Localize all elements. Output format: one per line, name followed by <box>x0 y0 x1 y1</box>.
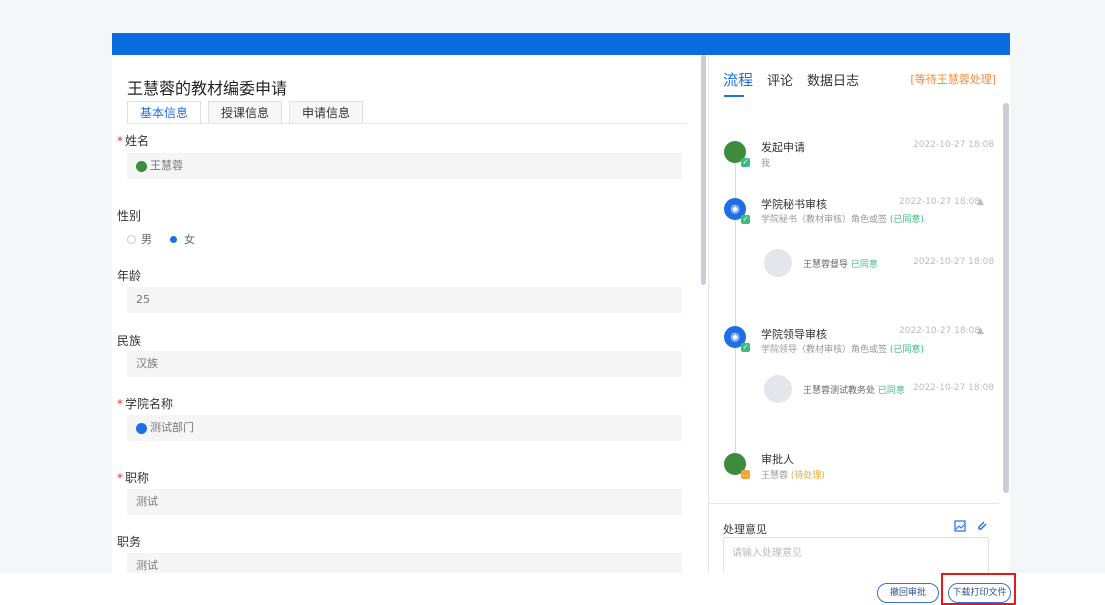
node-sub: 我 <box>761 159 771 169</box>
college-field[interactable]: 测试部门 <box>127 415 682 441</box>
form-tabs: 基本信息 授课信息 申请信息 <box>127 101 370 123</box>
ethnicity-label: 民族 <box>117 334 142 348</box>
pending-icon: … <box>741 470 750 479</box>
tab-flow[interactable]: 流程 <box>723 69 753 90</box>
tab-application-info[interactable]: 申请信息 <box>289 101 364 123</box>
caret-up-icon[interactable]: ▲ <box>977 326 984 336</box>
tab-comments[interactable]: 评论 <box>767 70 793 89</box>
title-rank-field[interactable]: 测试 <box>127 489 682 515</box>
opinion-input[interactable]: 请输入处理意见 <box>723 537 989 573</box>
approver-avatar <box>764 375 792 403</box>
age-label: 年龄 <box>117 269 142 283</box>
highlight-box <box>941 573 1016 605</box>
approver-time: 2022-10-27 18:08 <box>913 257 995 267</box>
title-rank-label: * 职称 <box>117 471 150 485</box>
workflow-panel: 流程 评论 数据日志 [等待王慧蓉处理] ✓ 发起申请 我 2022-10-27… <box>709 55 1010 573</box>
tab-basic-info[interactable]: 基本信息 <box>127 101 202 123</box>
opinion-label: 处理意见 <box>723 523 767 536</box>
user-icon <box>136 160 147 172</box>
check-icon: ✓ <box>741 343 750 352</box>
image-icon[interactable] <box>954 520 966 532</box>
radio-male[interactable] <box>127 234 136 244</box>
position-field[interactable]: 测试 <box>127 553 682 573</box>
node-time: 2022-10-27 18:08 <box>899 197 981 207</box>
user-icon: ◉ <box>730 202 740 215</box>
opinion-divider <box>709 503 999 504</box>
ethnicity-field[interactable]: 汉族 <box>127 351 682 377</box>
active-tab-indicator <box>724 95 744 97</box>
workflow-tabs: 流程 评论 数据日志 <box>723 69 859 90</box>
form-panel: 王慧蓉的教材编委申请 基本信息 授课信息 申请信息 * 姓名 王慧蓉 性别 男 女… <box>112 55 706 573</box>
check-icon: ✓ <box>741 158 750 167</box>
name-field[interactable]: 王慧蓉 <box>127 153 682 179</box>
gender-radio-group: 男 女 <box>127 231 195 247</box>
node-sub: 学院领导（教材审核）角色或签 (已同意) <box>761 345 924 355</box>
gender-label: 性别 <box>117 209 142 223</box>
node-title: 审批人 <box>761 453 794 466</box>
footer-bar <box>0 573 1105 605</box>
header-bar <box>112 33 1010 55</box>
node-sub: 学院秘书（教材审核）角色或签 (已同意) <box>761 215 924 225</box>
radio-female[interactable] <box>170 235 177 243</box>
node-title: 发起申请 <box>761 141 805 154</box>
node-time: 2022-10-27 18:08 <box>913 140 995 150</box>
approver-time: 2022-10-27 18:08 <box>913 383 995 393</box>
caret-up-icon[interactable]: ▲ <box>977 197 984 207</box>
tabs-divider <box>127 123 687 124</box>
revoke-approval-button[interactable]: 撤回审批 <box>877 583 939 603</box>
node-title: 学院秘书审核 <box>761 198 827 211</box>
position-label: 职务 <box>117 535 142 549</box>
opinion-toolbar <box>954 520 988 532</box>
check-icon: ✓ <box>741 215 750 224</box>
form-scrollbar[interactable] <box>701 55 706 285</box>
user-icon: ◉ <box>730 330 740 343</box>
building-icon <box>136 422 147 434</box>
approval-card: 王慧蓉的教材编委申请 基本信息 授课信息 申请信息 * 姓名 王慧蓉 性别 男 女… <box>112 33 1010 573</box>
name-label: * 姓名 <box>117 134 150 148</box>
attachment-icon[interactable] <box>976 520 988 532</box>
workflow-scrollbar[interactable] <box>1003 103 1009 493</box>
college-label: * 学院名称 <box>117 397 174 411</box>
approver-avatar <box>764 249 792 277</box>
node-title: 学院领导审核 <box>761 328 827 341</box>
tab-teaching-info[interactable]: 授课信息 <box>208 101 283 123</box>
age-field[interactable]: 25 <box>127 287 682 313</box>
node-time: 2022-10-27 18:08 <box>899 326 981 336</box>
node-sub: 王慧蓉 (待处理) <box>761 471 825 481</box>
tab-data-log[interactable]: 数据日志 <box>807 70 859 89</box>
approver-name: 王慧蓉督导 已同意 <box>803 260 878 270</box>
approver-name: 王慧蓉测试教务处 已同意 <box>803 386 905 396</box>
status-badge: [等待王慧蓉处理] <box>910 73 996 86</box>
page-title: 王慧蓉的教材编委申请 <box>127 79 288 98</box>
